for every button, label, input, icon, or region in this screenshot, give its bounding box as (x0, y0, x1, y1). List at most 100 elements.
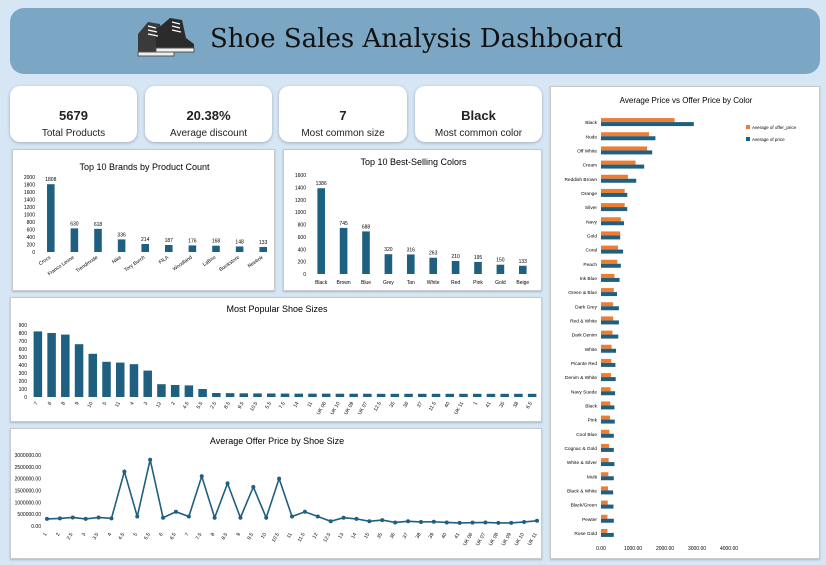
x-tick-label: 7 (184, 532, 191, 538)
y-tick-label: 400 (298, 247, 307, 253)
panel-shoe-sizes: Most Popular Shoe Sizes 0 100 200 300 400 500 6… (10, 297, 542, 422)
data-point (199, 474, 204, 479)
bar (74, 344, 84, 397)
x-tick-label: 2000.00 (656, 546, 674, 552)
y-tick-label: 500 (19, 355, 28, 361)
bar-offer-price (601, 231, 621, 236)
bar-price (601, 391, 616, 396)
y-tick-label: 1600 (24, 190, 35, 196)
data-label: 168 (212, 239, 221, 245)
bar-price (601, 150, 653, 155)
bar (339, 227, 348, 274)
x-tick-label: Grey (383, 280, 394, 286)
panel-top-brands: Top 10 Brands by Product Count 0 200 400 600… (12, 149, 275, 291)
data-point (457, 520, 462, 525)
bar (308, 393, 317, 397)
x-tick-label: 1 (472, 401, 479, 407)
bar-price (601, 419, 615, 424)
bar (451, 261, 460, 274)
data-label: 133 (519, 259, 528, 265)
x-tick-label: Reebok (247, 254, 265, 269)
kpi-value: Black (461, 108, 496, 123)
sneakers-icon (137, 18, 195, 57)
bar (184, 385, 194, 397)
y-tick-label: 900 (19, 323, 28, 329)
data-point (161, 515, 166, 520)
bar-offer-price (601, 387, 611, 392)
data-point (290, 514, 294, 519)
bar (198, 389, 207, 397)
y-tick-label: 200 (298, 260, 307, 266)
x-tick-label: FILA (158, 254, 171, 265)
x-tick-label: 12 (312, 532, 320, 540)
bar-offer-price (601, 259, 618, 264)
data-label: 745 (339, 221, 348, 227)
bar (225, 393, 235, 397)
data-point (535, 518, 539, 523)
bar-offer-price (601, 429, 610, 434)
x-tick-label: UK 07 (357, 401, 369, 416)
bar-price (601, 207, 628, 212)
data-label: 210 (451, 254, 460, 260)
kpi-label: Most common color (434, 128, 523, 139)
y-tick-label: Cognac & Gold (564, 446, 597, 452)
bar (496, 264, 505, 274)
data-point (238, 515, 243, 520)
y-tick-label: 700 (19, 339, 28, 345)
y-tick-label: Black/Green (571, 503, 598, 509)
data-point (380, 518, 385, 523)
x-tick-label: 4 (107, 532, 114, 538)
x-tick-label: UK 10 (514, 532, 526, 547)
shoe-sizes-chart: Most Popular Shoe Sizes 0 100 200 300 400 500 6… (19, 304, 537, 416)
bar (527, 393, 537, 397)
y-tick-label: 100 (19, 387, 28, 393)
x-tick-label: 9.5 (237, 401, 246, 410)
legend-swatch-offer (746, 125, 750, 129)
bar (376, 393, 386, 397)
y-tick-label: Cool Blue (576, 432, 597, 438)
x-tick-label: 41 (485, 401, 493, 409)
bar-price (601, 292, 617, 297)
data-point (354, 516, 359, 521)
x-tick-label: 8 (210, 532, 217, 538)
x-tick-label: 5.5 (264, 401, 273, 410)
x-tick-label: 14 (292, 401, 300, 409)
x-tick-label: 8.5 (223, 401, 232, 410)
bar-offer-price (601, 458, 609, 463)
bar-offer-price (601, 174, 628, 179)
data-point (148, 457, 153, 462)
bar (404, 393, 413, 397)
data-point (315, 514, 320, 519)
bar (188, 245, 197, 252)
data-point (277, 476, 282, 481)
y-tick-label: White (585, 347, 598, 353)
x-tick-label: Red (451, 280, 460, 286)
y-tick-label: Gold (587, 233, 597, 239)
data-point (341, 515, 346, 520)
bar-offer-price (601, 146, 648, 151)
y-tick-label: Ink Blue (580, 276, 598, 282)
bar-price (601, 433, 614, 438)
x-tick-label: 12.5 (373, 401, 383, 413)
x-tick-label: 2 (170, 401, 177, 407)
bar (235, 246, 244, 252)
x-tick-label: 11.5 (297, 532, 307, 543)
y-tick-label: 600 (27, 228, 36, 234)
x-tick-label: Bucikstore (218, 255, 241, 273)
x-tick-label: 4.5 (117, 532, 126, 541)
bar-price (601, 122, 694, 127)
y-tick-label: Picante Red (571, 361, 597, 367)
bar (514, 393, 523, 397)
kpi-value: 20.38% (186, 108, 231, 123)
x-tick-label: Pink (473, 280, 483, 286)
bar (47, 184, 55, 252)
bar (472, 393, 482, 397)
x-tick-label: 8.5 (221, 532, 230, 541)
y-tick-label: Multi (587, 474, 597, 480)
x-tick-label: 2 (55, 532, 62, 538)
data-label: 187 (165, 238, 174, 244)
x-tick-label: Franco Leone (47, 255, 76, 278)
x-tick-label: 3000.00 (688, 546, 706, 552)
data-label: 618 (94, 222, 103, 228)
data-point (186, 514, 191, 519)
